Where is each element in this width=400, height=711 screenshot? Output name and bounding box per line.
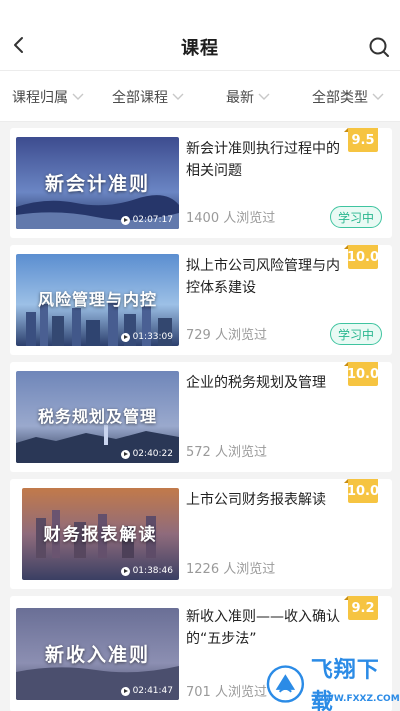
course-title: 企业的税务规划及管理 <box>186 375 326 391</box>
course-thumbnail: 风险管理与内控 01:33:09 <box>16 254 179 346</box>
course-thumbnail: 新会计准则 02:07:17 <box>16 137 179 229</box>
filter-label: 课程归属 <box>12 90 68 106</box>
course-card[interactable]: 新会计准则 02:07:17 新会计准则执行过程中的相关问题 1400 人浏览过… <box>10 128 392 238</box>
thumbnail-title: 新会计准则 <box>44 173 150 195</box>
score-badge: 10.0 <box>344 245 379 269</box>
course-title: 拟上市公司风险管理与内控体系建设 <box>186 258 340 296</box>
chevron-down-icon <box>72 93 84 101</box>
view-count: 1226 人浏览过 <box>186 562 276 577</box>
duration-badge: 02:07:17 <box>120 215 173 225</box>
chevron-down-icon <box>172 93 184 101</box>
course-title: 新会计准则执行过程中的相关问题 <box>186 141 340 179</box>
filter-latest[interactable]: 最新 <box>226 71 270 123</box>
duration-text: 02:40:22 <box>132 449 173 459</box>
filter-label: 全部课程 <box>112 90 168 106</box>
duration-text: 02:07:17 <box>132 215 173 225</box>
course-card[interactable]: 风险管理与内控 01:33:09 拟上市公司风险管理与内控体系建设 729 人浏… <box>10 245 392 355</box>
filter-label: 全部类型 <box>312 90 368 106</box>
play-icon <box>120 686 130 696</box>
thumbnail-title: 风险管理与内控 <box>37 290 157 309</box>
search-button[interactable] <box>366 34 392 60</box>
course-title: 上市公司财务报表解读 <box>186 492 326 508</box>
course-thumbnail: 财务报表解读 01:38:46 <box>22 488 179 580</box>
search-icon <box>369 37 389 57</box>
score-badge: 9.5 <box>344 128 378 152</box>
view-count: 572 人浏览过 <box>186 445 267 460</box>
view-count: 1400 人浏览过 <box>186 211 276 226</box>
play-icon <box>120 332 130 342</box>
filter-all-courses[interactable]: 全部课程 <box>112 71 184 123</box>
thumbnail-title: 税务规划及管理 <box>37 407 157 426</box>
watermark-logo-icon <box>266 665 305 703</box>
score-badge: 9.2 <box>344 596 378 620</box>
duration-text: 01:38:46 <box>132 566 173 576</box>
course-thumbnail: 新收入准则 02:41:47 <box>16 608 179 700</box>
view-count: 701 人浏览过 <box>186 685 267 700</box>
play-icon <box>120 566 130 576</box>
duration-text: 02:41:47 <box>132 686 173 696</box>
filter-course-ownership[interactable]: 课程归属 <box>12 71 84 123</box>
duration-text: 01:33:09 <box>132 332 173 342</box>
course-thumbnail: 税务规划及管理 02:40:22 <box>16 371 179 463</box>
page-title: 课程 <box>181 38 219 59</box>
course-card[interactable]: 财务报表解读 01:38:46 上市公司财务报表解读 1226 人浏览过 10.… <box>10 479 392 589</box>
watermark-subtext: WWW.FXXZ.COM <box>314 694 400 704</box>
app-header: 课程 <box>0 0 400 70</box>
course-title: 新收入准则——收入确认的“五步法” <box>186 609 340 647</box>
play-icon <box>120 449 130 459</box>
status-badge: 学习中 <box>330 323 382 345</box>
view-count: 729 人浏览过 <box>186 328 267 343</box>
duration-badge: 02:41:47 <box>120 686 173 696</box>
duration-badge: 01:38:46 <box>120 566 173 576</box>
thumbnail-title: 新收入准则 <box>44 644 150 666</box>
site-watermark: 飞翔下载 WWW.FXXZ.COM <box>266 658 400 711</box>
play-icon <box>120 215 130 225</box>
score-badge: 10.0 <box>344 362 379 386</box>
chevron-down-icon <box>258 93 270 101</box>
status-badge: 学习中 <box>330 206 382 228</box>
thumbnail-title: 财务报表解读 <box>43 525 158 545</box>
duration-badge: 02:40:22 <box>120 449 173 459</box>
filter-label: 最新 <box>226 90 254 106</box>
course-card[interactable]: 税务规划及管理 02:40:22 企业的税务规划及管理 572 人浏览过 10.… <box>10 362 392 472</box>
filter-bar: 课程归属 全部课程 最新 全部类型 <box>0 70 400 122</box>
chevron-down-icon <box>372 93 384 101</box>
duration-badge: 01:33:09 <box>120 332 173 342</box>
score-badge: 10.0 <box>344 479 379 503</box>
filter-all-types[interactable]: 全部类型 <box>312 71 384 123</box>
